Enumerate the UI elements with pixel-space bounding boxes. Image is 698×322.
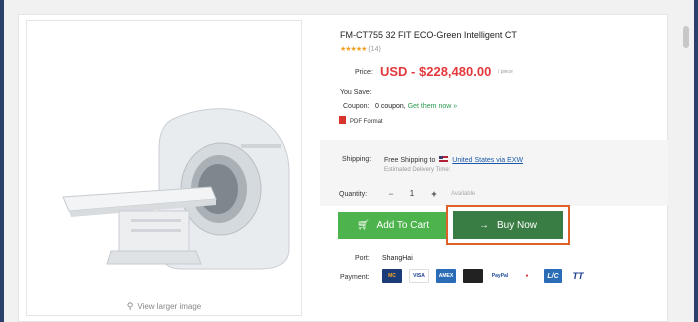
get-coupon-link[interactable]: Get them now » — [408, 103, 457, 110]
cart-icon: 🛒︎ — [356, 220, 370, 231]
mastercard-icon: MC — [382, 269, 402, 283]
visa-icon: VISA — [409, 269, 429, 283]
pdf-format-link[interactable]: PDF Format — [339, 116, 383, 125]
star-rating-icon: ★★★★★ — [340, 46, 367, 53]
buy-now-button[interactable]: → Buy Now — [453, 211, 563, 239]
price-label: Price: — [355, 69, 373, 76]
availability-text: Available — [451, 191, 476, 197]
review-count[interactable]: (14) — [368, 46, 380, 53]
ct-scanner-image — [62, 108, 290, 270]
shipping-destination-link[interactable]: United States via EXW — [452, 157, 523, 164]
quantity-label: Quantity: — [339, 191, 368, 198]
view-larger-link[interactable]: ⚲ View larger image — [27, 301, 301, 312]
shipping-info: Free Shipping to United States via EXW — [384, 156, 524, 164]
shipping-label: Shipping: — [342, 156, 372, 163]
product-price: USD - $228,480.00 — [380, 64, 492, 79]
estimated-delivery: Estimated Delivery Time: — [384, 167, 451, 173]
rating[interactable]: ★★★★★ (14) — [340, 45, 381, 53]
coupon-info: 0 coupon, Get them now » — [375, 103, 457, 110]
magnifier-icon: ⚲ — [126, 301, 134, 311]
scrollbar-thumb[interactable] — [683, 26, 689, 48]
shipping-quantity-panel — [320, 140, 668, 206]
payment-methods: MC VISA AMEX PayPal ● L/C TT — [382, 267, 587, 285]
window-frame-right — [694, 0, 698, 322]
add-to-cart-button[interactable]: 🛒︎ Add To Cart — [338, 212, 448, 239]
coupon-count: 0 coupon, — [375, 103, 406, 110]
product-title: FM-CT755 32 FIT ECO-Green Intelligent CT — [340, 30, 517, 40]
price-unit: / piece — [498, 69, 513, 75]
scrollbar[interactable] — [682, 26, 690, 306]
quantity-decrease-button[interactable]: − — [384, 187, 398, 201]
you-save-label: You Save: — [340, 89, 372, 96]
card-icon — [463, 269, 483, 283]
port-value: ShangHai — [382, 255, 413, 262]
letter-of-credit-icon: L/C — [544, 269, 562, 283]
product-image-box[interactable]: ⚲ View larger image — [26, 20, 302, 316]
paypal-icon: PayPal — [490, 269, 510, 283]
quantity-input[interactable]: 1 — [402, 187, 422, 201]
arrow-right-icon: → — [478, 219, 489, 231]
amex-icon: AMEX — [436, 269, 456, 283]
port-label: Port: — [355, 255, 370, 262]
payment-label: Payment: — [340, 274, 370, 281]
pdf-icon — [339, 116, 346, 124]
coupon-label: Coupon: — [343, 103, 370, 110]
western-union-icon: ● — [517, 269, 537, 283]
telegraphic-transfer-icon: TT — [569, 269, 587, 283]
us-flag-icon — [439, 156, 449, 162]
quantity-increase-button[interactable]: + — [427, 187, 441, 201]
